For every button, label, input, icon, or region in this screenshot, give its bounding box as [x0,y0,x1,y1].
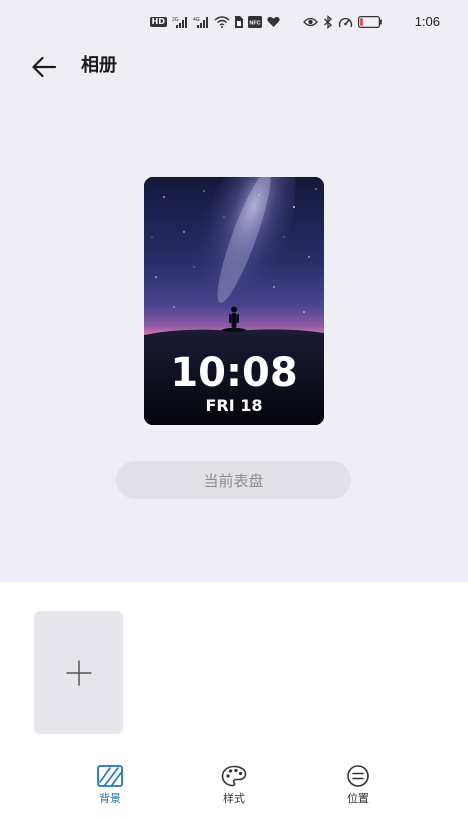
nfc-label: NFC [249,21,260,27]
tab-background-label: 背景 [99,792,121,805]
plus-icon [65,659,92,686]
status-bar: HD 2G 4G NFC 1:06 [0,0,468,44]
tab-background[interactable]: 背景 [60,764,160,808]
background-icon [97,765,123,787]
signal-4g-label: 4G [193,17,200,23]
status-time: 1:06 [414,14,440,29]
battery-icon [358,13,382,31]
eye-icon [303,13,318,31]
tab-style[interactable]: 样式 [184,764,284,808]
current-face-button[interactable]: 当前表盘 [116,461,351,499]
tab-position[interactable]: 位置 [308,764,408,808]
speedometer-icon [338,13,353,31]
signal-2g-label: 2G [172,17,179,23]
heart-icon [267,13,280,31]
watch-time: 10:08 [170,350,298,396]
tab-style-label: 样式 [223,792,245,805]
position-icon [347,765,369,787]
watch-face-preview: 10:08 FRI 18 [144,177,324,425]
sim-card-icon [235,13,243,31]
status-icons: HD 2G 4G NFC [149,13,382,31]
signal-4g-icon: 4G [193,13,209,31]
page-title: 相册 [81,55,117,76]
arrow-left-icon [32,56,57,78]
signal-2g-icon: 2G [172,13,188,31]
bluetooth-icon [323,13,333,31]
add-photo-button[interactable] [34,611,123,734]
hd-label: HD [149,17,167,27]
tab-position-label: 位置 [347,792,369,805]
palette-icon [221,765,247,787]
watch-date: FRI 18 [205,396,263,415]
nfc-icon: NFC [248,13,262,31]
bottom-panel: 背景 样式 位置 [0,582,468,817]
preview-area: HD 2G 4G NFC 1:06 相册 10:08 FRI 18 当前表盘 [0,0,468,582]
wifi-icon [214,13,230,31]
back-button[interactable] [28,53,60,81]
header: 相册 [0,44,468,92]
